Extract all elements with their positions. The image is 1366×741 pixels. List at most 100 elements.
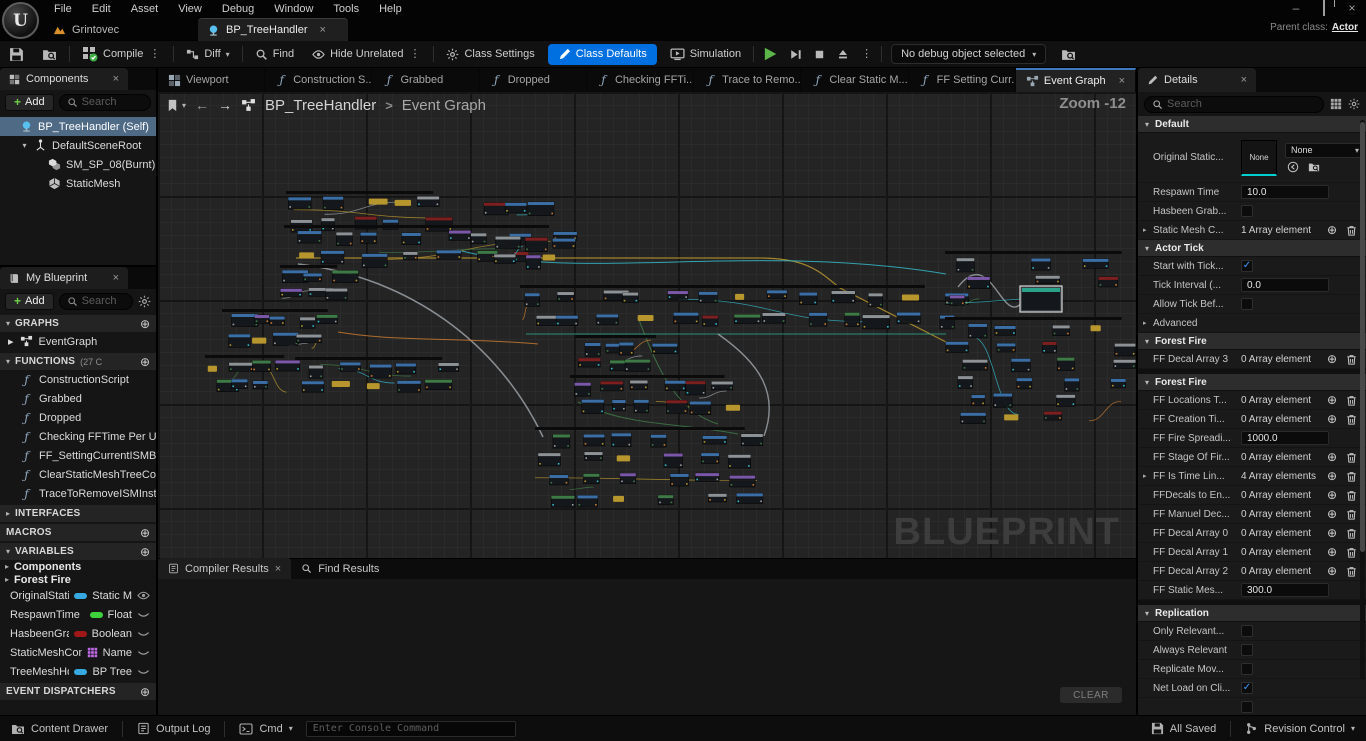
checkbox[interactable]: [1241, 205, 1253, 217]
graph-tab-checking-ffti-[interactable]: ƒChecking FFTi...: [587, 68, 694, 92]
close-panel-icon[interactable]: ×: [113, 73, 119, 85]
close-panel-icon[interactable]: ×: [1241, 74, 1247, 86]
settings-icon[interactable]: [138, 295, 151, 308]
add-icon[interactable]: ⊕: [140, 356, 150, 368]
content-drawer-button[interactable]: Content Drawer: [0, 716, 119, 741]
hide-unrelated-button[interactable]: Hide Unrelated ⋮: [303, 41, 430, 67]
component-row[interactable]: StaticMesh: [0, 174, 156, 193]
compile-options-icon[interactable]: ⋮: [148, 48, 161, 61]
variable-row[interactable]: StaticMeshCompName: [0, 643, 156, 662]
add-element-icon[interactable]: ⊕: [1327, 223, 1337, 237]
add-component-button[interactable]: +Add: [5, 94, 54, 111]
checkbox[interactable]: [1241, 663, 1253, 675]
menu-help[interactable]: Help: [369, 0, 412, 18]
class-defaults-button[interactable]: Class Defaults: [548, 44, 657, 65]
section-header-event-dispatchers[interactable]: EVENT DISPATCHERS⊕: [0, 683, 156, 700]
graph-tab-grabbed[interactable]: ƒGrabbed: [372, 68, 479, 92]
console-input[interactable]: [313, 723, 509, 734]
menu-tools[interactable]: Tools: [323, 0, 369, 18]
components-tab[interactable]: Components ×: [0, 68, 128, 90]
blueprint-item[interactable]: ƒDropped: [0, 408, 156, 427]
play-button[interactable]: [757, 41, 783, 67]
close-tab-icon[interactable]: ×: [1119, 75, 1125, 87]
add-element-icon[interactable]: ⊕: [1327, 393, 1337, 407]
add-element-icon[interactable]: ⊕: [1327, 469, 1337, 483]
component-row[interactable]: ▾DefaultSceneRoot: [0, 136, 156, 155]
my-blueprint-tab[interactable]: My Blueprint ×: [0, 267, 128, 289]
console-command-input[interactable]: [306, 721, 516, 737]
variable-row[interactable]: OriginalStaticMesStatic M: [0, 586, 156, 605]
section-header-macros[interactable]: MACROS⊕: [0, 524, 156, 541]
compiler-results-tab[interactable]: Compiler Results ×: [158, 558, 291, 579]
blueprint-item[interactable]: ƒGrabbed: [0, 389, 156, 408]
hide-options-icon[interactable]: ⋮: [408, 48, 421, 61]
value-field[interactable]: 10.0: [1241, 185, 1329, 199]
find-button[interactable]: Find: [246, 41, 303, 67]
blueprint-item[interactable]: ▸EventGraph: [0, 332, 156, 351]
expander-icon[interactable]: ▸: [1143, 226, 1150, 234]
details-section-replication[interactable]: ▾Replication: [1138, 605, 1366, 622]
tab-level-grintovec[interactable]: Grintovec: [44, 18, 128, 41]
checkbox[interactable]: ✓: [1241, 260, 1253, 272]
my-blueprint-search[interactable]: [59, 293, 133, 310]
details-section-actor-tick[interactable]: ▾Actor Tick: [1138, 240, 1366, 257]
nav-back-icon[interactable]: ←: [195, 97, 209, 113]
minimize-button[interactable]: –: [1282, 0, 1310, 18]
details-tab[interactable]: Details ×: [1138, 68, 1256, 92]
checkbox[interactable]: [1241, 298, 1253, 310]
save-button[interactable]: [0, 41, 33, 67]
expander-icon[interactable]: ▾: [20, 141, 29, 150]
variable-row[interactable]: RespawnTimeFloat: [0, 605, 156, 624]
variable-category[interactable]: ▸Forest Fire: [0, 573, 156, 586]
breadcrumb-current[interactable]: Event Graph: [402, 97, 486, 114]
menu-view[interactable]: View: [168, 0, 212, 18]
add-blueprint-item-button[interactable]: +Add: [5, 293, 54, 310]
checkbox[interactable]: [1241, 701, 1253, 713]
component-row[interactable]: BP_TreeHandler (Self): [0, 117, 156, 136]
menu-asset[interactable]: Asset: [121, 0, 169, 18]
asset-dropdown[interactable]: None▾: [1285, 143, 1365, 158]
stop-button[interactable]: [808, 41, 831, 67]
value-field[interactable]: 1000.0: [1241, 431, 1329, 445]
value-field[interactable]: 0.0: [1241, 278, 1329, 292]
diff-button[interactable]: Diff▾: [177, 41, 238, 67]
add-element-icon[interactable]: ⊕: [1327, 526, 1337, 540]
display-filter-icon[interactable]: [1330, 98, 1342, 110]
menu-edit[interactable]: Edit: [82, 0, 121, 18]
clear-button[interactable]: CLEAR: [1060, 687, 1122, 703]
my-blueprint-search-input[interactable]: [82, 295, 125, 307]
details-search-input[interactable]: [1167, 98, 1316, 110]
graph-tab-ff-setting-curr-[interactable]: ƒFF Setting Curr...: [909, 68, 1016, 92]
add-element-icon[interactable]: ⊕: [1327, 545, 1337, 559]
class-settings-button[interactable]: Class Settings: [437, 41, 543, 67]
value-field[interactable]: 300.0: [1241, 583, 1329, 597]
revision-control-button[interactable]: Revision Control▾: [1234, 716, 1366, 741]
section-header-functions[interactable]: ▾FUNCTIONS(27 C⊕: [0, 353, 156, 370]
graph-canvas[interactable]: ▾ ← → BP_TreeHandler > Event Graph Zoom …: [158, 92, 1136, 558]
details-settings-icon[interactable]: [1348, 98, 1360, 110]
blueprint-item[interactable]: ƒTraceToRemoveISMInstance: [0, 484, 156, 503]
graph-tab-viewport[interactable]: Viewport: [158, 68, 265, 92]
graph-tab-construction-s-[interactable]: ƒConstruction S...: [265, 68, 372, 92]
menu-file[interactable]: File: [44, 0, 82, 18]
menu-debug[interactable]: Debug: [212, 0, 264, 18]
section-header-interfaces[interactable]: ▸INTERFACES: [0, 505, 156, 522]
add-icon[interactable]: ⊕: [140, 546, 150, 558]
expander-icon[interactable]: ▸: [1143, 319, 1150, 327]
parent-class-link[interactable]: Actor: [1332, 22, 1358, 33]
graph-tab-trace-to-remo-[interactable]: ƒTrace to Remo...: [694, 68, 801, 92]
add-icon[interactable]: ⊕: [140, 527, 150, 539]
menu-window[interactable]: Window: [264, 0, 323, 18]
blueprint-item[interactable]: ƒClearStaticMeshTreeCompone: [0, 465, 156, 484]
component-row[interactable]: SM_SP_08(Burnt): [0, 155, 156, 174]
breadcrumb-root[interactable]: BP_TreeHandler: [265, 97, 376, 114]
section-header-graphs[interactable]: ▾GRAPHS⊕: [0, 315, 156, 332]
save-status-button[interactable]: All Saved: [1140, 716, 1227, 741]
bookmark-icon[interactable]: [166, 99, 179, 112]
graph-tab-clear-static-m-[interactable]: ƒClear Static M...: [801, 68, 908, 92]
details-section-forest-fire[interactable]: ▾Forest Fire: [1138, 374, 1366, 391]
add-element-icon[interactable]: ⊕: [1327, 412, 1337, 426]
play-options-button[interactable]: ⋮: [855, 41, 878, 67]
blueprint-item[interactable]: ƒConstructionScript: [0, 370, 156, 389]
expander-icon[interactable]: ▸: [8, 335, 14, 348]
